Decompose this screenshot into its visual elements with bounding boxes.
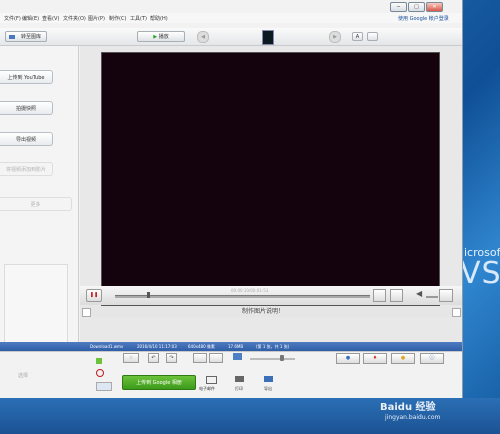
grid-view-button[interactable]: [209, 353, 223, 363]
caption-checkbox[interactable]: [82, 308, 91, 317]
status-filename: Download1.wmv: [90, 344, 124, 349]
zoom-slider-thumb[interactable]: [280, 355, 284, 361]
task-more: 更多: [0, 197, 72, 211]
play-button[interactable]: ▶ 播放: [137, 31, 185, 42]
status-bar: Download1.wmv 2016/4/10 11:17:03 640x480…: [0, 342, 462, 351]
rotate-right-icon[interactable]: ↷: [166, 353, 177, 363]
previous-arrow-icon[interactable]: ◀: [197, 31, 209, 43]
baidu-watermark: Baidu 经验: [380, 402, 436, 413]
menu-help[interactable]: 帮助(H): [150, 15, 168, 22]
info-button[interactable]: ⓘ: [420, 353, 444, 364]
select-label: 选择: [18, 373, 29, 379]
export-label[interactable]: 导出: [264, 386, 272, 392]
view-toggle-button[interactable]: [367, 32, 378, 41]
task-export-video[interactable]: 导出视频: [0, 132, 53, 146]
star-button[interactable]: ☆: [123, 353, 139, 363]
rotate-left-icon[interactable]: ↶: [148, 353, 159, 363]
back-to-library-button[interactable]: 转至图库: [5, 31, 47, 42]
menu-tools[interactable]: 工具(T): [130, 15, 147, 22]
zoom-button[interactable]: A: [352, 32, 363, 41]
thumbnail-icon: [262, 30, 274, 45]
back-to-library-label: 转至图库: [20, 34, 41, 40]
toolbar: 转至图库 ▶ 播放 ◀ ▶ A: [0, 28, 462, 46]
task-take-snapshot[interactable]: 拍摄快照: [0, 101, 53, 115]
play-label: 播放: [158, 34, 169, 40]
window-controls: − □ ✕: [390, 2, 460, 12]
status-resolution: 640x480 像素: [188, 344, 215, 349]
play-icon: ▶: [153, 34, 158, 40]
print-icon[interactable]: [235, 376, 244, 382]
tag-button[interactable]: ●: [391, 353, 415, 364]
google-signin-link[interactable]: 使用 Google 帐户登录: [398, 15, 449, 22]
menu-picture[interactable]: 图片(P): [88, 15, 105, 22]
status-datetime: 2016/4/10 11:17:03: [137, 344, 177, 349]
people-tag-button[interactable]: ●: [336, 353, 360, 364]
geotag-button[interactable]: ♦: [363, 353, 387, 364]
color-dropdown[interactable]: [96, 382, 112, 391]
time-code: 00:00:10/00:01:53: [231, 288, 269, 293]
record-icon[interactable]: [96, 369, 104, 377]
email-label[interactable]: 电子邮件: [199, 386, 215, 392]
pause-button[interactable]: ❚❚: [86, 289, 102, 302]
fullscreen-button[interactable]: [439, 289, 453, 302]
menu-create[interactable]: 制作(C): [109, 15, 126, 22]
menu-view[interactable]: 查看(V): [42, 15, 59, 22]
maximize-button[interactable]: □: [408, 2, 425, 12]
image-icon: [233, 353, 242, 360]
menu-folder[interactable]: 文件夹(O): [63, 15, 86, 22]
desktop-brand-large: VS: [460, 256, 500, 291]
task-upload-youtube[interactable]: 上传到 YouTube: [0, 70, 53, 84]
bottom-panel: 选择 ☆ ↶ ↷ ● ♦ ● ⓘ 电子邮件 打印 导出: [0, 351, 462, 399]
minimize-button[interactable]: −: [390, 2, 407, 12]
volume-icon[interactable]: ◀: [416, 289, 424, 299]
video-frame[interactable]: [101, 52, 440, 306]
tray-box: [4, 264, 68, 344]
email-icon[interactable]: [206, 376, 217, 384]
menu-bar: 文件(F) 编辑(E) 查看(V) 文件夹(O) 图片(P) 制作(C) 工具(…: [0, 13, 462, 23]
zoom-slider[interactable]: [250, 358, 295, 360]
tasks-panel: 上传到 YouTube 拍摄快照 导出视频 将视频添加到影片 更多: [0, 46, 79, 344]
upload-google-photos-button[interactable]: 上传到 Google 相册: [122, 375, 196, 390]
close-button[interactable]: ✕: [426, 2, 443, 12]
frame-forward-button[interactable]: [390, 289, 403, 302]
volume-slider[interactable]: [426, 296, 438, 298]
caption-text[interactable]: 制作图片说明！: [242, 306, 284, 315]
caption-close-button[interactable]: [452, 308, 461, 317]
library-icon: [9, 35, 15, 39]
next-arrow-icon[interactable]: ▶: [329, 31, 341, 43]
frame-back-button[interactable]: [373, 289, 386, 302]
print-label[interactable]: 打印: [235, 386, 243, 392]
status-filesize: 17.6MB: [228, 344, 244, 349]
menu-edit[interactable]: 编辑(E): [22, 15, 39, 22]
seek-track[interactable]: [115, 295, 370, 298]
task-add-to-movie: 将视频添加到影片: [0, 162, 53, 176]
status-position: (第 1 张，共 1 张): [256, 344, 290, 349]
slideshow-button[interactable]: [193, 353, 207, 363]
baidu-watermark-url: jingyan.baidu.com: [385, 414, 441, 421]
green-flag-icon[interactable]: [96, 358, 102, 364]
seek-thumb[interactable]: [147, 292, 150, 298]
menu-file[interactable]: 文件(F): [4, 15, 21, 22]
export-folder-icon[interactable]: [264, 376, 273, 382]
